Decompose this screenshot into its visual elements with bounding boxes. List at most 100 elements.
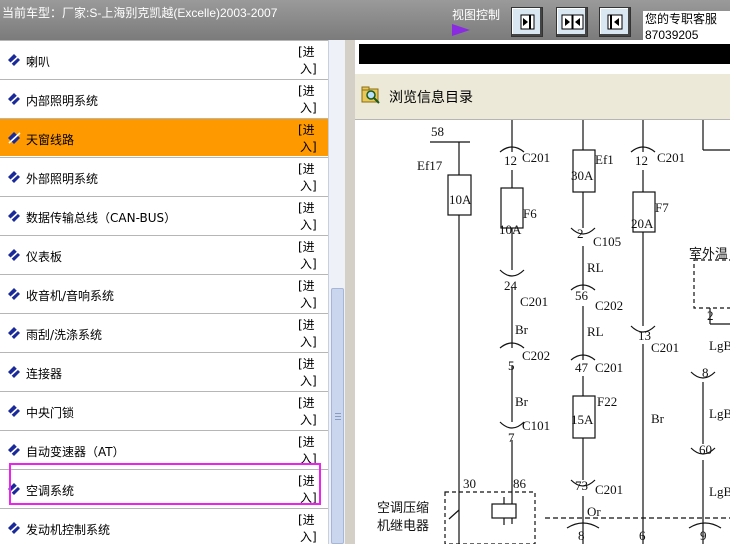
diagram-label: Ef17 xyxy=(417,158,443,173)
diagram-label: RL xyxy=(587,260,604,275)
sidebar-item[interactable]: 内部照明系统 [进 入] xyxy=(0,79,328,117)
diagram-label: LgB xyxy=(709,484,730,499)
wiring-diagram: 58 Ef17 10A C201 12 F6 10A 24 C201 Br 5 … xyxy=(377,120,730,544)
diagram-label: Ef1 xyxy=(595,152,614,167)
diamond-bullet-icon xyxy=(8,171,21,183)
enter-link[interactable]: [进 入] xyxy=(298,317,324,351)
sidebar-item[interactable]: 天窗线路 [进 入] xyxy=(0,118,328,156)
diagram-label: 7 xyxy=(508,430,515,445)
sidebar-item[interactable]: 外部照明系统 [进 入] xyxy=(0,157,328,195)
diagram-label: Br xyxy=(651,411,665,426)
sidebar-item[interactable]: 收音机/音响系统 [进 入] xyxy=(0,274,328,312)
diagram-label: 10A xyxy=(499,222,522,237)
diagram-label: 73 xyxy=(575,478,588,493)
diamond-bullet-icon xyxy=(8,249,21,261)
diagram-label: C105 xyxy=(593,234,621,249)
arrow-right-into-bar-icon xyxy=(520,14,535,30)
sidebar-scrollbar[interactable] xyxy=(328,40,345,544)
pane-splitter[interactable] xyxy=(345,40,355,544)
sidebar-item-label: 连接器 xyxy=(26,367,63,381)
diamond-bullet-icon xyxy=(8,444,21,456)
sidebar-item-label: 内部照明系统 xyxy=(26,94,99,108)
service-line: 您的专职客服 xyxy=(645,12,718,26)
sidebar-item-label: 仪表板 xyxy=(26,250,63,264)
content-pane: 浏览信息目录 58 Ef17 10A C201 12 F6 10A 24 C20… xyxy=(355,40,730,544)
sidebar-item-label: 外部照明系统 xyxy=(26,172,99,186)
selection-annotation-box xyxy=(9,463,321,505)
view-button-expand-right[interactable] xyxy=(511,7,543,37)
enter-link[interactable]: [进 入] xyxy=(298,356,324,390)
diagram-label: F6 xyxy=(523,206,537,221)
enter-link[interactable]: [进 入] xyxy=(298,512,324,544)
diagram-label: 10A xyxy=(449,192,472,207)
play-arrow-icon xyxy=(452,24,470,36)
sidebar-item[interactable]: 数据传输总线（CAN-BUS） [进 入] xyxy=(0,196,328,234)
enter-link[interactable]: [进 入] xyxy=(298,239,324,273)
view-control-label: 视图控制 xyxy=(452,8,501,22)
sidebar-item-label: 天窗线路 xyxy=(26,133,75,147)
sidebar-item[interactable]: 中央门锁 [进 入] xyxy=(0,391,328,429)
diagram-label: C101 xyxy=(522,418,550,433)
diagram-label: 室外温 xyxy=(689,246,728,261)
sidebar-item[interactable]: 喇叭 [进 入] xyxy=(0,40,328,78)
diagram-label: LgB xyxy=(709,406,730,421)
diamond-bullet-icon xyxy=(8,132,21,144)
diagram-label: C201 xyxy=(595,360,623,375)
sidebar-item[interactable]: 连接器 [进 入] xyxy=(0,352,328,390)
diagram-label: Br xyxy=(515,322,529,337)
diagram-label: C201 xyxy=(651,340,679,355)
diagram-label: 9 xyxy=(700,528,707,543)
enter-link[interactable]: [进 入] xyxy=(298,200,324,234)
diagram-label: F7 xyxy=(655,200,669,215)
diagram-label: 2 xyxy=(577,226,584,241)
sidebar-item[interactable]: 发动机控制系统 [进 入] xyxy=(0,508,328,544)
sidebar-item-label: 雨刮/洗涤系统 xyxy=(26,328,103,342)
diamond-bullet-icon xyxy=(8,405,21,417)
diagram-label: C201 xyxy=(595,482,623,497)
arrows-inward-icon xyxy=(561,14,584,30)
window-title: 当前车型：厂家:S-上海别克凯越(Excelle)2003-2007 xyxy=(2,6,278,20)
diagram-label: C202 xyxy=(595,298,623,313)
diagram-label: C201 xyxy=(657,150,685,165)
view-button-expand-left[interactable] xyxy=(599,7,631,37)
diagram-label: F22 xyxy=(597,394,617,409)
diamond-bullet-icon xyxy=(8,366,21,378)
diagram-label: 空调压缩 xyxy=(377,500,429,515)
browse-title[interactable]: 浏览信息目录 xyxy=(389,87,473,107)
view-button-split[interactable] xyxy=(556,7,588,37)
diagram-label: Or xyxy=(587,504,601,519)
sidebar-item[interactable]: 雨刮/洗涤系统 [进 入] xyxy=(0,313,328,351)
sidebar-item-label: 喇叭 xyxy=(26,55,51,69)
enter-link[interactable]: [进 入] xyxy=(298,83,324,117)
enter-link[interactable]: [进 入] xyxy=(298,161,324,195)
diagram-label: 24 xyxy=(504,278,518,293)
diagram-label: 20A xyxy=(631,216,654,231)
category-sidebar: 喇叭 [进 入] 内部照明系统 [进 入] 天窗线路 [进 入] 外部照明系统 [进 入] 数据传输总线… xyxy=(0,40,345,544)
diagram-label: 8 xyxy=(578,528,585,543)
enter-link[interactable]: [进 入] xyxy=(298,44,324,78)
diagram-label: 60 xyxy=(699,442,712,457)
diamond-bullet-icon xyxy=(8,210,21,222)
diagram-label: 5 xyxy=(508,358,515,373)
scrollbar-thumb[interactable] xyxy=(331,288,344,544)
diagram-label: C202 xyxy=(522,348,550,363)
diagram-label: 56 xyxy=(575,288,589,303)
diagram-label: 12 xyxy=(504,153,517,168)
browse-folder-icon[interactable] xyxy=(361,86,381,104)
sidebar-item-label: 发动机控制系统 xyxy=(26,523,111,537)
diagram-label: RL xyxy=(587,324,604,339)
sidebar-item-label: 中央门锁 xyxy=(26,406,75,420)
sidebar-item[interactable]: 仪表板 [进 入] xyxy=(0,235,328,273)
diamond-bullet-icon xyxy=(8,54,21,66)
enter-link[interactable]: [进 入] xyxy=(298,278,324,312)
diamond-bullet-icon xyxy=(8,327,21,339)
diagram-label: LgB xyxy=(709,338,730,353)
diagram-label: 30A xyxy=(571,168,594,183)
diagram-label: 58 xyxy=(431,124,444,139)
enter-link[interactable]: [进 入] xyxy=(298,122,324,156)
diagram-label: 2 xyxy=(707,308,714,323)
enter-link[interactable]: [进 入] xyxy=(298,395,324,429)
diamond-bullet-icon xyxy=(8,93,21,105)
diagram-label: 86 xyxy=(513,476,527,491)
browse-toolbar: 浏览信息目录 xyxy=(355,74,730,120)
